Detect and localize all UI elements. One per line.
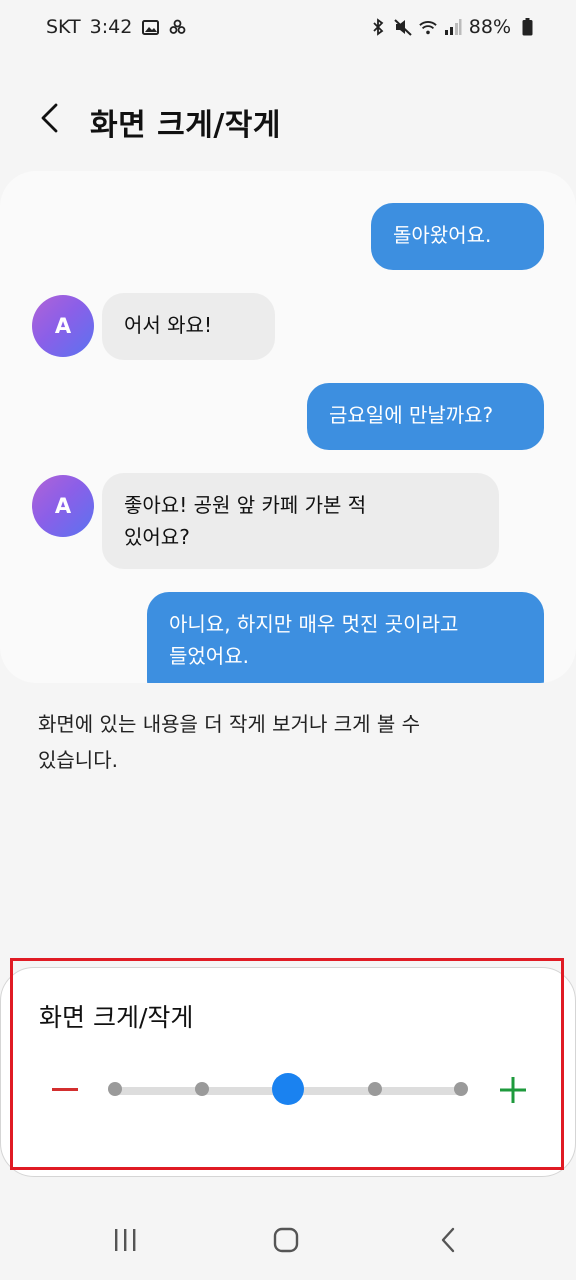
plus-icon (500, 1077, 526, 1103)
chevron-left-icon (41, 103, 58, 133)
navigation-bar (0, 1204, 576, 1280)
increase-size-button[interactable] (491, 1068, 535, 1112)
description-line: 있습니다. (38, 748, 118, 772)
bluetooth-icon (369, 18, 387, 36)
screen-size-panel: 화면 크게/작게 (0, 967, 576, 1177)
size-slider-step[interactable] (194, 1082, 209, 1096)
image-icon (141, 18, 159, 36)
message-text-line: 들었어요. (169, 644, 249, 668)
battery-icon (518, 18, 536, 36)
size-slider-step[interactable] (367, 1082, 382, 1096)
description-text: 화면에 있는 내용을 더 작게 보거나 크게 볼 수 있습니다. (38, 706, 508, 778)
wifi-icon (419, 18, 437, 36)
message-incoming: 좋아요! 공원 앞 카페 가본 적 있어요? (102, 473, 499, 569)
recent-apps-icon (115, 1229, 136, 1251)
avatar-letter: A (54, 494, 72, 518)
battery-percent: 88% (468, 16, 511, 38)
pinwheel-icon (168, 18, 186, 36)
message-text-line: 있어요? (124, 525, 190, 549)
message-text-line: 좋아요! 공원 앞 카페 가본 적 (124, 493, 367, 517)
message-text-line: 아니요, 하지만 매우 멋진 곳이라고 (169, 612, 459, 636)
home-icon (273, 1227, 299, 1253)
message-outgoing: 아니요, 하지만 매우 멋진 곳이라고 들었어요. (147, 592, 544, 683)
message-text: 어서 와요! (124, 313, 212, 337)
avatar: A (32, 295, 94, 357)
status-bar: SKT 3:42 88% (0, 0, 576, 56)
nav-back-button[interactable] (426, 1222, 470, 1258)
description-line: 화면에 있는 내용을 더 작게 보거나 크게 볼 수 (38, 712, 421, 736)
clock: 3:42 (89, 16, 133, 38)
panel-title: 화면 크게/작게 (39, 1003, 194, 1032)
message-outgoing: 금요일에 만날까요? (307, 383, 544, 450)
recent-apps-button[interactable] (103, 1222, 147, 1258)
size-slider-step[interactable] (454, 1082, 468, 1096)
screen: SKT 3:42 88% 화면 크게/작게 돌아왔어요. A 어서 와요! 금요… (0, 0, 576, 1280)
header: 화면 크게/작게 (0, 86, 576, 156)
chat-preview: 돌아왔어요. A 어서 와요! 금요일에 만날까요? A 좋아요! 공원 앞 카… (0, 171, 576, 683)
avatar: A (32, 475, 94, 537)
message-outgoing: 돌아왔어요. (371, 203, 544, 270)
avatar-letter: A (54, 314, 72, 338)
message-text: 돌아왔어요. (393, 223, 492, 247)
carrier-label: SKT (46, 16, 81, 38)
mute-icon (394, 18, 412, 36)
back-icon (441, 1227, 455, 1253)
minus-icon (52, 1088, 78, 1091)
size-slider-step[interactable] (108, 1082, 122, 1096)
signal-icon (444, 18, 462, 36)
message-incoming: 어서 와요! (102, 293, 275, 360)
size-slider-thumb[interactable] (272, 1073, 304, 1105)
home-button[interactable] (264, 1222, 308, 1258)
page-title: 화면 크게/작게 (90, 108, 282, 143)
decrease-size-button[interactable] (43, 1068, 87, 1112)
back-button[interactable] (28, 96, 72, 140)
message-text: 금요일에 만날까요? (329, 403, 494, 427)
